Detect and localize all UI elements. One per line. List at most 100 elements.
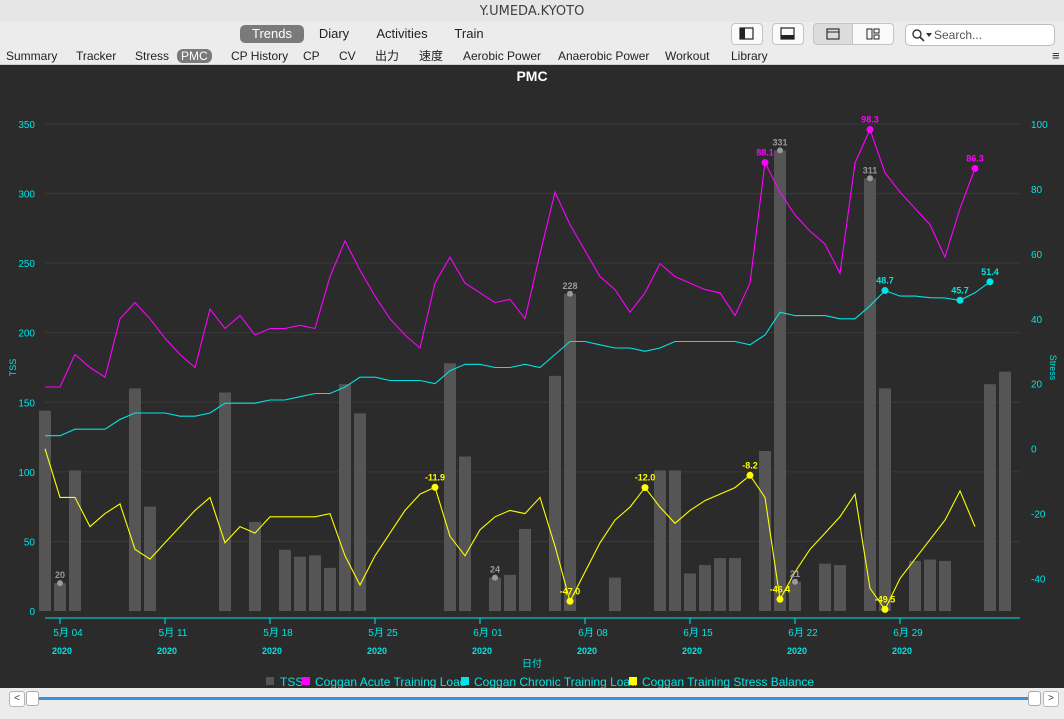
tss-bar [609, 577, 621, 611]
tab-cp[interactable]: CP [303, 48, 320, 64]
ctl-data-label: 45.7 [951, 285, 969, 295]
tab-cp-history[interactable]: CP History [231, 48, 288, 64]
legend-item-label: TSS [280, 675, 303, 688]
tab-aerobic-power[interactable]: Aerobic Power [463, 48, 541, 64]
tab-power[interactable]: 出力 [375, 48, 399, 64]
tss-marker [777, 147, 783, 154]
tab-cv[interactable]: CV [339, 48, 356, 64]
tab-anaerobic-power[interactable]: Anaerobic Power [558, 48, 649, 64]
tsb-marker [776, 595, 784, 603]
sidebar-icon [739, 27, 754, 40]
toggle-sidebar-button[interactable] [731, 23, 763, 45]
tss-bar [699, 565, 711, 611]
tsb-marker [746, 471, 754, 479]
range-next-button[interactable]: > [1043, 691, 1059, 707]
tss-data-label: 21 [790, 569, 800, 579]
ctl-marker [881, 287, 889, 295]
tsb-data-label: -46.4 [770, 584, 791, 594]
tsb-data-label: -47.0 [560, 586, 581, 596]
tss-bar [999, 371, 1011, 611]
tss-marker [792, 578, 798, 585]
tsb-marker [566, 597, 574, 605]
tsb-marker [431, 483, 439, 491]
y-left-tick-label: 300 [18, 190, 35, 201]
layout-tiled-button[interactable] [852, 23, 894, 45]
legend-swatch [629, 677, 637, 685]
tss-data-label: 331 [772, 137, 787, 147]
search-icon [912, 29, 932, 42]
tab-summary[interactable]: Summary [6, 48, 57, 64]
range-slider-track[interactable] [30, 697, 1035, 700]
ctl-marker [986, 278, 994, 286]
tss-bar [549, 375, 561, 611]
legend-swatch [302, 677, 310, 685]
legend-swatch [461, 677, 469, 685]
tss-bar [819, 563, 831, 611]
tab-library[interactable]: Library [731, 48, 768, 64]
x-tick-year: 2020 [367, 646, 387, 656]
search-field[interactable]: Search... [905, 24, 1055, 46]
chart-axes: PMC 0 50 100 150 200 250 300 350 -40 -20 0 20 40 60 80 1… [8, 68, 1058, 670]
ctl-line [45, 281, 991, 437]
tss-bar [879, 388, 891, 611]
range-start-handle[interactable] [26, 691, 39, 706]
window-title: Y.UMEDA.KYOTO [479, 4, 585, 19]
y-right-tick-label: 40 [1031, 315, 1043, 326]
tss-bar [339, 384, 351, 611]
y-left-tick-label: 150 [18, 398, 35, 409]
view-diary[interactable]: Diary [308, 25, 360, 43]
range-end-handle[interactable] [1028, 691, 1041, 706]
tss-marker [567, 290, 573, 297]
y-right-tick-label: 60 [1031, 250, 1043, 261]
tss-bar [354, 413, 366, 611]
tss-data-label: 311 [863, 165, 878, 175]
view-train[interactable]: Train [444, 25, 494, 43]
pmc-chart[interactable]: 20 24 228 331 21 311 88.1 98.3 86.3 48.7 45.7 51.4 -… [0, 65, 1064, 688]
x-tick-year: 2020 [682, 646, 702, 656]
range-prev-button[interactable]: < [9, 691, 25, 707]
tab-tracker[interactable]: Tracker [76, 48, 116, 64]
toolbar: Trends Diary Activities Train Search... [0, 22, 1064, 48]
tss-bar [684, 573, 696, 611]
toggle-bottom-panel-button[interactable] [772, 23, 804, 45]
y-right-tick-label: 20 [1031, 380, 1043, 391]
atl-marker [761, 159, 769, 167]
x-tick-year: 2020 [892, 646, 912, 656]
tab-workout[interactable]: Workout [665, 48, 709, 64]
layout-single-button[interactable] [813, 23, 853, 45]
view-activities[interactable]: Activities [366, 25, 438, 43]
x-tick-year: 2020 [157, 646, 177, 656]
tss-bar [834, 565, 846, 611]
tss-bar [324, 567, 336, 611]
y-left-axis-title: TSS [8, 359, 18, 377]
date-range-bar: < > [0, 688, 1064, 719]
bottom-panel-icon [780, 27, 795, 40]
tss-bar [654, 470, 666, 611]
tab-speed[interactable]: 速度 [419, 48, 443, 64]
tss-bar [39, 410, 51, 611]
tss-bar [864, 178, 876, 611]
y-left-tick-label: 50 [24, 537, 36, 548]
ctl-marker [956, 296, 964, 304]
tss-bar [669, 470, 681, 611]
tss-marker [867, 175, 873, 182]
tss-bar [54, 583, 66, 611]
tabs-menu-icon[interactable]: ≡ [1052, 48, 1060, 64]
tss-bar [489, 577, 501, 611]
y-left-tick-label: 350 [18, 120, 35, 131]
tss-bar [279, 549, 291, 611]
tss-bar [714, 558, 726, 611]
tss-bar [924, 559, 936, 611]
tsb-data-label: -8.2 [742, 460, 758, 470]
chart-tabs: Summary Tracker Stress PMC CP History CP… [0, 48, 1064, 65]
tss-bar [129, 388, 141, 611]
chart-legend: TSS Coggan Acute Training Load Coggan Chro… [266, 675, 814, 688]
tss-bar [909, 560, 921, 611]
tab-stress[interactable]: Stress [135, 48, 169, 64]
y-right-tick-label: 80 [1031, 185, 1043, 196]
view-trends[interactable]: Trends [240, 25, 304, 43]
tab-pmc[interactable]: PMC [177, 49, 212, 63]
tiled-window-icon [866, 28, 880, 40]
y-right-tick-label: -40 [1031, 575, 1046, 586]
tss-marker [57, 580, 63, 587]
